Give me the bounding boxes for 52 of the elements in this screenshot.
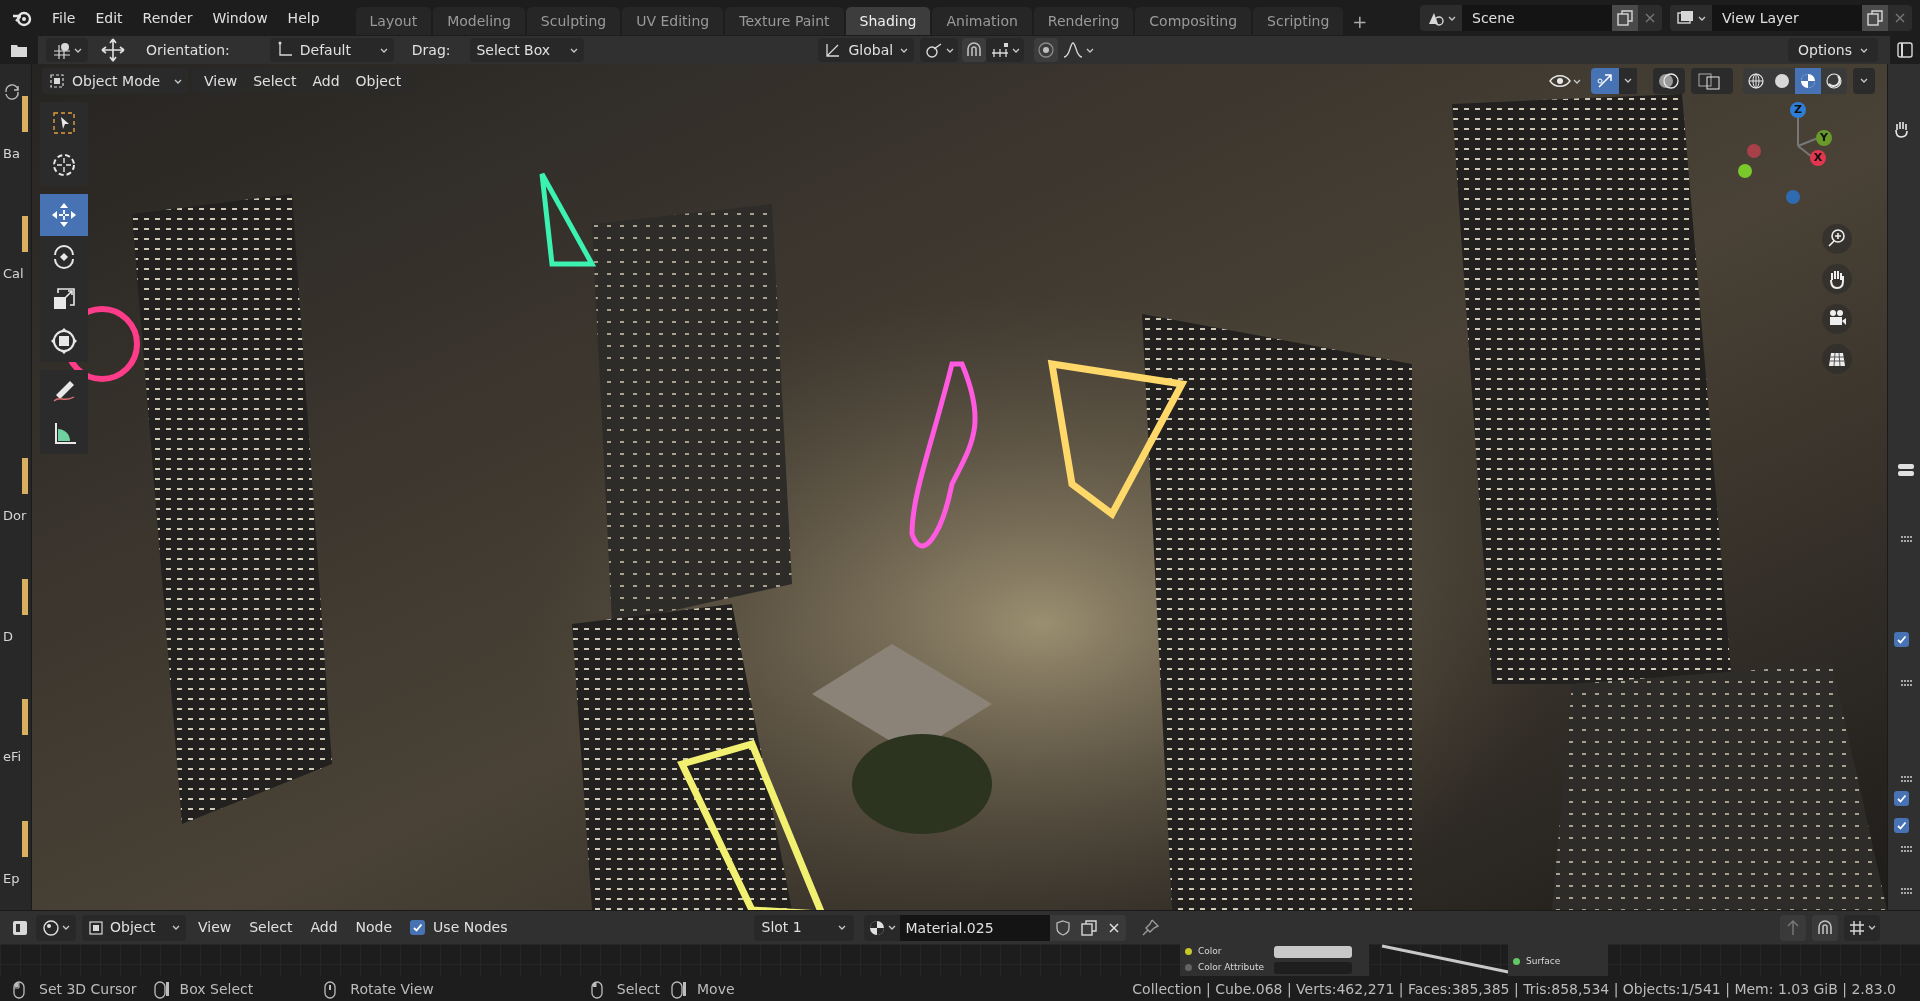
add-workspace-button[interactable]: + [1345, 7, 1375, 35]
file-name[interactable]: Cal [3, 264, 24, 284]
workspace-tab[interactable]: Modeling [433, 7, 525, 35]
workspace-tab[interactable]: Sculpting [526, 7, 621, 35]
status-hint: Select [616, 980, 660, 999]
menu-item[interactable]: Select [243, 914, 299, 941]
use-nodes-checkbox[interactable]: Use Nodes [410, 917, 508, 938]
workspace-tab[interactable]: Animation [932, 7, 1032, 35]
options-dropdown[interactable]: Options [1787, 38, 1878, 62]
scene-statistics: Collection | Cube.068 | Verts:462,271 | Faces:385,385 | Tris:858,534 | Objects:1/541 | Mem: 1.03 GiB | 2.83.0 [1132, 980, 1896, 1000]
menu-item[interactable]: Object [347, 68, 410, 94]
workspace-tab[interactable]: Scripting [1253, 7, 1344, 35]
menu-item[interactable]: Edit [85, 5, 133, 31]
workspace-tab[interactable]: Texture Paint [725, 7, 844, 35]
drag-label: Drag: [411, 40, 451, 60]
view-layer-field[interactable]: View Layer [1712, 5, 1862, 31]
menu-item[interactable]: Add [304, 68, 348, 94]
menu-item[interactable]: Window [202, 5, 278, 31]
menu-item[interactable]: View [196, 68, 246, 94]
status-hint: Set 3D Cursor [39, 980, 137, 999]
status-hint: Rotate View [350, 980, 434, 999]
menu-item[interactable]: Help [277, 5, 330, 31]
slot-dropdown[interactable]: Slot 1 [753, 914, 854, 941]
file-name[interactable]: Ep [3, 869, 20, 889]
file-name[interactable]: Ba [3, 144, 20, 164]
workspace-tab[interactable]: Layout [355, 7, 432, 35]
file-name[interactable]: Dor [3, 506, 27, 526]
scene-field[interactable]: Scene [1462, 5, 1612, 31]
transform-orientation-dropdown[interactable]: Global [818, 38, 915, 62]
socket-label: Surface [1526, 955, 1561, 968]
menu-item[interactable]: Render [132, 5, 203, 31]
file-name[interactable]: D [3, 627, 13, 647]
menu-item[interactable]: View [192, 914, 238, 941]
status-hint: Box Select [179, 980, 254, 999]
workspace-tab[interactable]: UV Editing [622, 7, 724, 35]
socket-label: Color Attribute [1198, 961, 1265, 974]
drag-dropdown[interactable]: Select Box [470, 38, 585, 62]
status-hint: Move [697, 980, 735, 999]
orientation-label: Orientation: [146, 40, 230, 60]
file-name[interactable]: eFi [3, 747, 22, 767]
mode-dropdown[interactable]: Object Mode [42, 68, 188, 94]
menu-item[interactable]: Add [304, 914, 344, 941]
object-type-dropdown[interactable]: Object [82, 914, 186, 941]
menu-item[interactable]: File [42, 5, 86, 31]
menu-item[interactable]: Select [245, 68, 305, 94]
socket-label: Color [1198, 945, 1222, 958]
workspace-tab[interactable]: Rendering [1033, 7, 1134, 35]
orientation-dropdown[interactable]: Default [269, 38, 394, 62]
menu-item[interactable]: Node [349, 914, 399, 941]
material-name-field[interactable]: Material.025 [899, 914, 1050, 941]
workspace-tab[interactable]: Shading [845, 7, 931, 35]
workspace-tab[interactable]: Compositing [1135, 7, 1252, 35]
